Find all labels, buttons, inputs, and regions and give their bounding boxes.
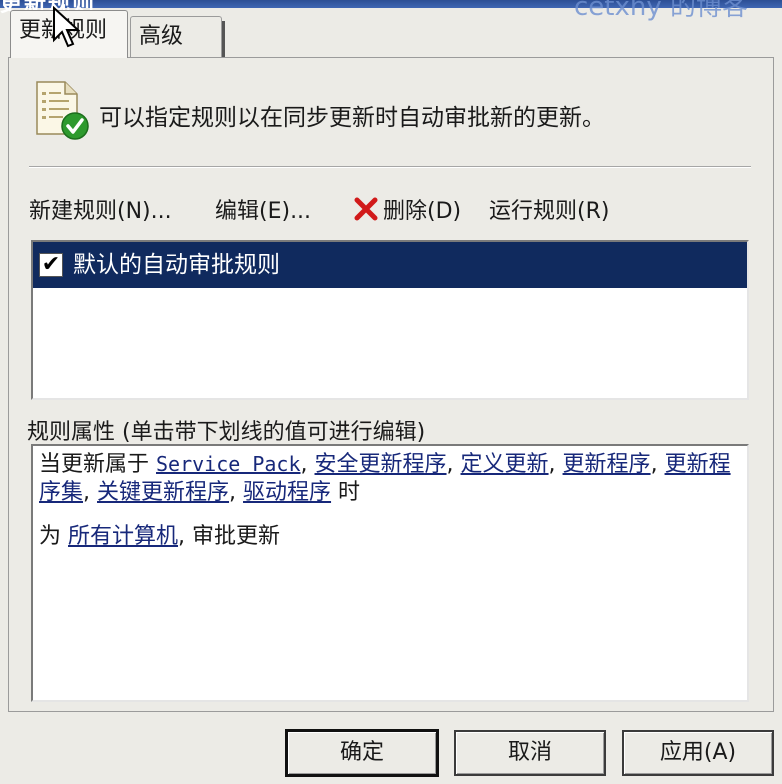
title-bar: 更新规则 cetxhy 的博客 (0, 0, 782, 22)
delete-rule-label: 删除(D) (383, 199, 462, 224)
line1-suffix: 时 (338, 480, 361, 505)
properties-computer-line: 为 所有计算机, 审批更新 (39, 524, 281, 549)
classification-link[interactable]: 驱动程序 (243, 480, 331, 505)
rule-properties-label: 规则属性 (单击带下划线的值可进行编辑) (27, 420, 426, 445)
delete-rule-button[interactable]: 删除(D) (353, 193, 461, 225)
classification-link[interactable]: 更新程序 (563, 452, 651, 477)
properties-classification-line: 当更新属于 Service Pack, 安全更新程序, 定义更新, 更新程序, … (39, 452, 731, 505)
delete-x-icon (354, 197, 378, 221)
watermark: cetxhy 的博客 (573, 0, 748, 22)
rule-label: 默认的自动审批规则 (73, 252, 280, 278)
tab-panel: 可以指定规则以在同步更新时自动审批新的更新。 新建规则(N)... 编辑(E).… (8, 57, 774, 712)
classification-link[interactable]: Service Pack (156, 452, 301, 476)
document-check-icon (36, 81, 89, 140)
list-item[interactable]: ✔ 默认的自动审批规则 (33, 242, 747, 288)
new-rule-button[interactable]: 新建规则(N)... (29, 193, 172, 225)
header-description: 可以指定规则以在同步更新时自动审批新的更新。 (99, 105, 605, 131)
classification-link[interactable]: 关键更新程序 (97, 480, 229, 505)
cancel-button[interactable]: 取消 (454, 730, 606, 776)
mouse-cursor-icon (53, 6, 81, 48)
line2-suffix: 审批更新 (192, 524, 281, 549)
rules-list[interactable]: ✔ 默认的自动审批规则 (31, 240, 749, 400)
apply-button[interactable]: 应用(A) (622, 730, 774, 776)
line2-prefix: 为 (39, 524, 62, 549)
run-rule-button[interactable]: 运行规则(R) (489, 193, 609, 225)
separator (29, 166, 751, 168)
tab-advanced[interactable]: 高级 (130, 16, 225, 59)
classification-link[interactable]: 定义更新 (461, 452, 549, 477)
classification-link[interactable]: 安全更新程序 (315, 452, 447, 477)
computers-link[interactable]: 所有计算机 (68, 524, 178, 549)
rule-checkbox[interactable]: ✔ (39, 253, 63, 277)
ok-button[interactable]: 确定 (285, 729, 439, 777)
line1-prefix: 当更新属于 (39, 452, 150, 477)
edit-rule-button[interactable]: 编辑(E)... (215, 193, 311, 225)
rule-properties-box: 当更新属于 Service Pack, 安全更新程序, 定义更新, 更新程序, … (31, 444, 749, 702)
